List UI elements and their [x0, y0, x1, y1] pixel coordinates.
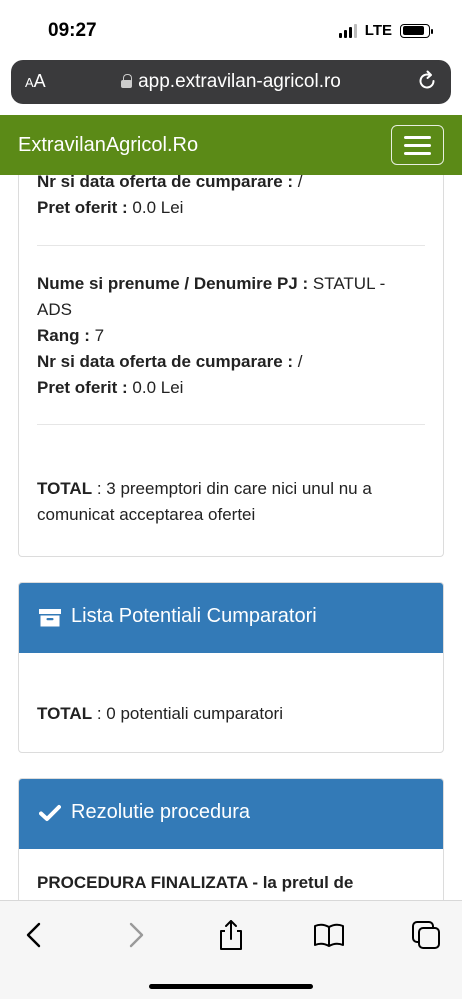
signal-icon — [338, 23, 357, 38]
menu-toggle-button[interactable] — [391, 125, 444, 165]
buyers-panel: Lista Potentiali Cumparatori TOTAL : 0 p… — [18, 582, 444, 753]
lock-icon — [121, 74, 133, 88]
preemptors-panel: Nr si data oferta de cumparare : / Pret … — [18, 175, 444, 557]
tabs-icon[interactable] — [408, 917, 444, 953]
status-indicators: LTE — [338, 22, 433, 39]
status-time: 09:27 — [48, 20, 97, 41]
resolution-text: PROCEDURA FINALIZATA - la pretul de — [37, 873, 354, 892]
panel-heading: Lista Potentiali Cumparatori — [19, 583, 443, 653]
panel-title: Lista Potentiali Cumparatori — [71, 605, 317, 627]
panel-heading: Rezolutie procedura — [19, 779, 443, 849]
site-navbar: ExtravilanAgricol.Ro — [0, 115, 462, 175]
price-line: Pret oferit : 0.0 Lei — [37, 198, 184, 217]
battery-level — [402, 26, 424, 35]
reload-icon[interactable] — [415, 69, 439, 93]
bookmarks-icon[interactable] — [311, 917, 347, 953]
offer-line: Nr si data oferta de cumparare : / — [37, 175, 303, 191]
divider — [37, 424, 425, 425]
resolution-panel: Rezolutie procedura PROCEDURA FINALIZATA… — [18, 778, 444, 900]
archive-icon — [39, 609, 61, 627]
name-line-cont: ADS — [37, 300, 72, 319]
address-bar[interactable]: AA app.extravilan-agricol.ro — [11, 60, 451, 104]
forward-icon[interactable] — [117, 917, 153, 953]
url-field[interactable]: app.extravilan-agricol.ro — [11, 71, 451, 93]
site-brand-link[interactable]: ExtravilanAgricol.Ro — [18, 134, 198, 157]
price-line: Pret oferit : 0.0 Lei — [37, 378, 184, 397]
network-type: LTE — [364, 22, 392, 39]
status-bar: 09:27 LTE — [0, 0, 462, 58]
buyers-total: TOTAL : 0 potentiali cumparatori — [37, 704, 283, 723]
name-line: Nume si prenume / Denumire PJ : STATUL - — [37, 274, 386, 293]
offer-line: Nr si data oferta de cumparare : / — [37, 352, 303, 371]
check-icon — [39, 805, 61, 821]
url-text: app.extravilan-agricol.ro — [138, 71, 341, 92]
home-indicator — [149, 984, 313, 989]
page-content: Nr si data oferta de cumparare : / Pret … — [0, 175, 462, 900]
divider — [37, 245, 425, 246]
share-icon[interactable] — [213, 917, 249, 953]
back-icon[interactable] — [17, 917, 53, 953]
battery-icon — [400, 23, 433, 38]
hamburger-icon — [404, 136, 431, 139]
preemptors-total: TOTAL : 3 preemptori din care nici unul … — [37, 479, 372, 498]
rank-line: Rang : 7 — [37, 326, 105, 345]
panel-title: Rezolutie procedura — [71, 801, 250, 823]
preemptors-total-cont: comunicat acceptarea ofertei — [37, 505, 256, 524]
